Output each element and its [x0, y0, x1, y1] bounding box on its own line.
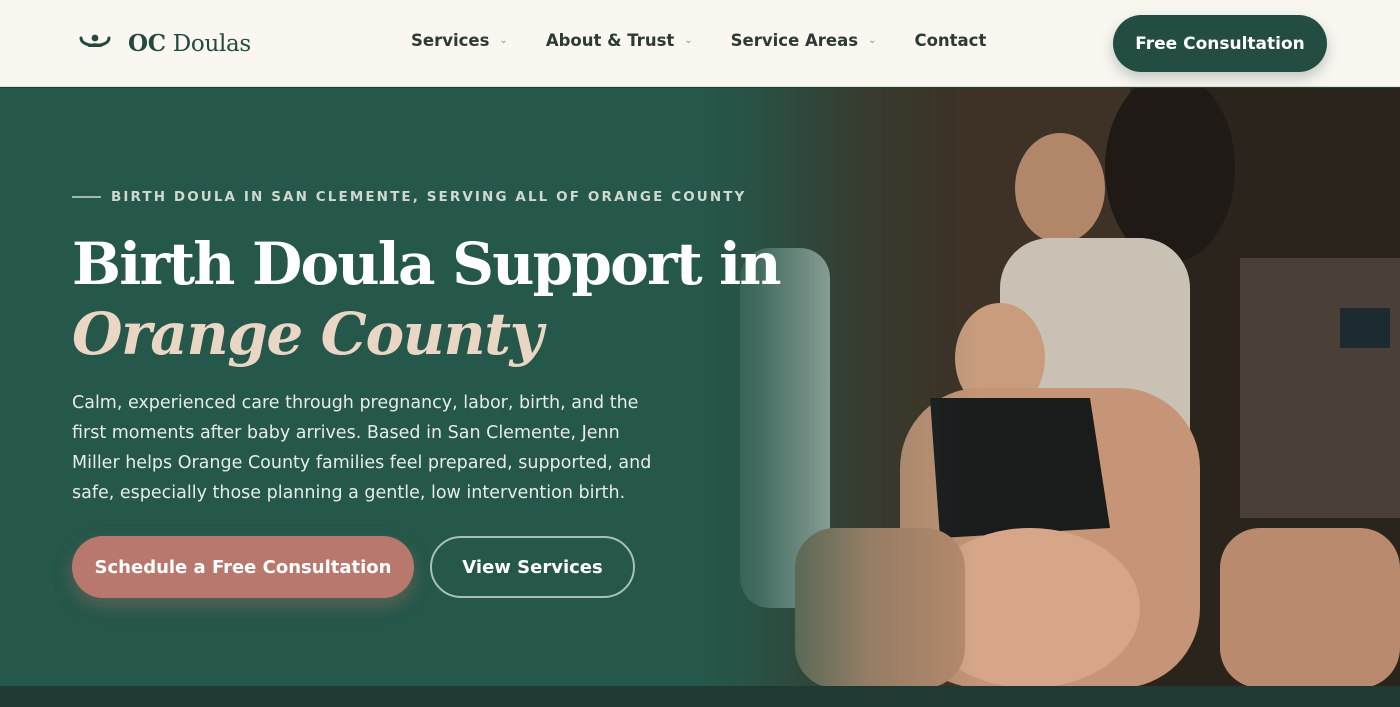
hero-title-line2: Orange County [72, 300, 543, 368]
main-nav: Services ⌄ About & Trust ⌄ Service Areas… [411, 31, 1024, 50]
site-header: OC Doulas Services ⌄ About & Trust ⌄ Ser… [0, 0, 1400, 87]
nav-item-label: About & Trust [545, 31, 675, 50]
chevron-down-icon: ⌄ [499, 35, 508, 46]
nav-item-services[interactable]: Services ⌄ [411, 31, 508, 50]
chevron-down-icon: ⌄ [684, 35, 693, 46]
next-section-edge [0, 686, 1400, 707]
hero-section: BIRTH DOULA IN SAN CLEMENTE, SERVING ALL… [0, 88, 1400, 686]
eyebrow-divider [72, 196, 101, 198]
hero-title: Birth Doula Support in Orange County [72, 228, 782, 368]
doula-logo-icon [79, 34, 111, 47]
hero-eyebrow: BIRTH DOULA IN SAN CLEMENTE, SERVING ALL… [72, 189, 746, 205]
hero-title-line1: Birth Doula Support in [72, 230, 782, 298]
view-services-button[interactable]: View Services [430, 536, 635, 598]
nav-item-label: Service Areas [730, 31, 859, 50]
hero-description: Calm, experienced care through pregnancy… [72, 393, 652, 503]
nav-item-contact[interactable]: Contact [914, 31, 986, 50]
nav-item-about-trust[interactable]: About & Trust ⌄ [546, 31, 693, 50]
logo[interactable]: OC Doulas [78, 26, 251, 60]
eyebrow-text: BIRTH DOULA IN SAN CLEMENTE, SERVING ALL… [111, 189, 747, 205]
nav-item-service-areas[interactable]: Service Areas ⌄ [731, 31, 877, 50]
brand-name: OC Doulas [128, 29, 251, 57]
schedule-consultation-button[interactable]: Schedule a Free Consultation [72, 536, 414, 598]
nav-item-label: Contact [914, 31, 987, 50]
free-consultation-button[interactable]: Free Consultation [1113, 15, 1327, 72]
chevron-down-icon: ⌄ [868, 35, 877, 46]
nav-item-label: Services [411, 31, 490, 50]
